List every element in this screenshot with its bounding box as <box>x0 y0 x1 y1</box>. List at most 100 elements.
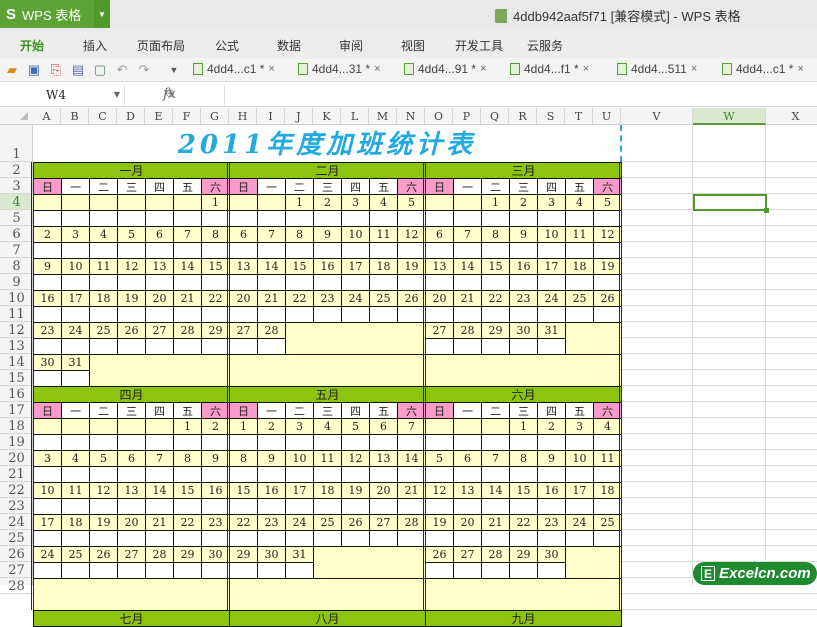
save-icon[interactable]: ▣ <box>26 62 42 78</box>
fill-handle[interactable] <box>764 208 769 213</box>
column-header-K[interactable]: K <box>313 108 341 125</box>
column-header-I[interactable]: I <box>257 108 285 125</box>
row-header-28[interactable]: 28 <box>0 578 33 594</box>
ribbon-tab-5[interactable]: 审阅 <box>339 37 363 54</box>
print-preview-icon[interactable]: ▢ <box>92 62 108 78</box>
row-header-13[interactable]: 13 <box>0 338 33 354</box>
title-bar: S WPS 表格 ▼ 4ddb942aaf5f71 [兼容模式] - WPS 表… <box>0 0 817 30</box>
column-header-T[interactable]: T <box>565 108 593 125</box>
row-header-16[interactable]: 16 <box>0 386 33 402</box>
row-gridline <box>621 321 817 322</box>
row-gridline <box>621 369 817 370</box>
row-header-5[interactable]: 5 <box>0 210 33 226</box>
column-header-Q[interactable]: Q <box>481 108 509 125</box>
column-header-D[interactable]: D <box>117 108 145 125</box>
ribbon-tab-8[interactable]: 云服务 <box>527 37 563 54</box>
row-header-25[interactable]: 25 <box>0 530 33 546</box>
ribbon-tab-4[interactable]: 数据 <box>277 37 301 54</box>
row-header-2[interactable]: 2 <box>0 162 33 178</box>
row-header-3[interactable]: 3 <box>0 178 33 194</box>
column-header-H[interactable]: H <box>229 108 257 125</box>
column-header-B[interactable]: B <box>61 108 89 125</box>
column-header-W[interactable]: W <box>693 108 766 125</box>
close-icon[interactable]: × <box>268 63 274 75</box>
row-header-6[interactable]: 6 <box>0 226 33 242</box>
chevron-down-icon[interactable]: ▼ <box>94 0 110 28</box>
column-header-U[interactable]: U <box>593 108 621 125</box>
ribbon-tab-1[interactable]: 插入 <box>83 37 107 54</box>
row-header-9[interactable]: 9 <box>0 274 33 290</box>
column-header-M[interactable]: M <box>369 108 397 125</box>
close-icon[interactable]: × <box>797 63 803 75</box>
month-header[interactable]: 八月 <box>229 610 426 627</box>
column-header-A[interactable]: A <box>33 108 61 125</box>
ribbon-tab-2[interactable]: 页面布局 <box>137 37 185 54</box>
row-header-1[interactable]: 1 <box>0 125 33 162</box>
row-header-26[interactable]: 26 <box>0 546 33 562</box>
ribbon-tab-6[interactable]: 视图 <box>401 37 425 54</box>
print-icon[interactable]: ▤ <box>70 62 86 78</box>
row-header-11[interactable]: 11 <box>0 306 33 322</box>
row-header-19[interactable]: 19 <box>0 434 33 450</box>
fx-button[interactable]: fx <box>163 86 176 102</box>
more-chevron-icon[interactable]: ▼ <box>166 62 182 78</box>
open-folder-icon[interactable]: ▰ <box>4 62 20 78</box>
row-header-12[interactable]: 12 <box>0 322 33 338</box>
doc-tab-label: 4dd4...c1 * <box>736 62 794 76</box>
row-header-8[interactable]: 8 <box>0 258 33 274</box>
app-menu-button[interactable]: S WPS 表格 ▼ <box>0 0 110 28</box>
doc-tab[interactable]: 4dd4...c1 * × <box>722 62 804 76</box>
column-header-N[interactable]: N <box>397 108 425 125</box>
doc-tab[interactable]: 4dd4...f1 * × <box>510 62 589 76</box>
sheet-title[interactable]: 2011年度加班统计表 <box>33 125 621 162</box>
row-header-21[interactable]: 21 <box>0 466 33 482</box>
row-header-15[interactable]: 15 <box>0 370 33 386</box>
row-header-17[interactable]: 17 <box>0 402 33 418</box>
column-header-J[interactable]: J <box>285 108 313 125</box>
column-header-F[interactable]: F <box>173 108 201 125</box>
export-pdf-icon[interactable]: ⎘ <box>48 62 64 78</box>
column-header-R[interactable]: R <box>509 108 537 125</box>
column-header-G[interactable]: G <box>201 108 229 125</box>
row-header-20[interactable]: 20 <box>0 450 33 466</box>
chevron-down-icon[interactable]: ▼ <box>114 85 120 105</box>
close-icon[interactable]: × <box>480 63 486 75</box>
redo-icon[interactable]: ↷ <box>136 62 152 78</box>
column-header-O[interactable]: O <box>425 108 453 125</box>
column-header-P[interactable]: P <box>453 108 481 125</box>
doc-tab[interactable]: 4dd4...31 * × <box>298 62 381 76</box>
row-header-24[interactable]: 24 <box>0 514 33 530</box>
row-header-18[interactable]: 18 <box>0 418 33 434</box>
ribbon-tab-3[interactable]: 公式 <box>215 37 239 54</box>
row-header-22[interactable]: 22 <box>0 482 33 498</box>
ribbon-tab-7[interactable]: 开发工具 <box>455 37 503 54</box>
doc-tab[interactable]: 4dd4...c1 * × <box>193 62 275 76</box>
row-header-10[interactable]: 10 <box>0 290 33 306</box>
column-header-L[interactable]: L <box>341 108 369 125</box>
formula-input[interactable] <box>224 85 817 105</box>
column-header-E[interactable]: E <box>145 108 173 125</box>
column-header-S[interactable]: S <box>537 108 565 125</box>
row-header-7[interactable]: 7 <box>0 242 33 258</box>
column-header-V[interactable]: V <box>621 108 693 125</box>
close-icon[interactable]: × <box>583 63 589 75</box>
month-header[interactable]: 九月 <box>425 610 622 627</box>
row-header-23[interactable]: 23 <box>0 498 33 514</box>
close-icon[interactable]: × <box>374 63 380 75</box>
row-gridline <box>621 289 817 290</box>
column-header-C[interactable]: C <box>89 108 117 125</box>
column-header-X[interactable]: X <box>766 108 817 125</box>
doc-tab[interactable]: 4dd4...91 * × <box>404 62 487 76</box>
row-gridline <box>621 481 817 482</box>
row-header-27[interactable]: 27 <box>0 562 33 578</box>
select-all-icon[interactable] <box>20 112 28 120</box>
month-header[interactable]: 七月 <box>33 610 230 627</box>
selected-cell-w4[interactable] <box>693 194 769 213</box>
close-icon[interactable]: × <box>691 63 697 75</box>
name-box[interactable]: W4 ▼ <box>0 85 125 105</box>
ribbon-tab-0[interactable]: 开始 <box>20 37 44 54</box>
row-header-14[interactable]: 14 <box>0 354 33 370</box>
doc-tab[interactable]: 4dd4...511 × <box>617 62 697 76</box>
row-header-4[interactable]: 4 <box>0 194 33 210</box>
undo-icon[interactable]: ↶ <box>114 62 130 78</box>
